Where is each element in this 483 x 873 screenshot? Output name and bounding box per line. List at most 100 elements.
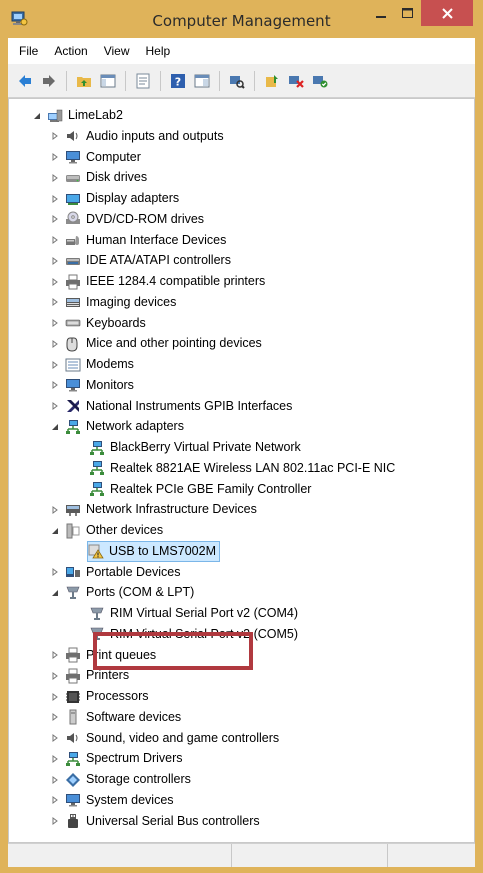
help-icon[interactable]: ? — [167, 70, 189, 92]
expand-arrow-icon[interactable] — [49, 504, 61, 516]
expand-arrow-icon[interactable] — [49, 732, 61, 744]
menu-view[interactable]: View — [96, 44, 138, 58]
collapse-arrow-icon[interactable] — [31, 110, 43, 122]
expand-arrow-icon[interactable] — [49, 276, 61, 288]
tree-node-disk-drives[interactable]: Disk drives — [49, 167, 147, 188]
menu-file[interactable]: File — [11, 44, 46, 58]
tree-node-network-infrastructure-devices[interactable]: Network Infrastructure Devices — [49, 499, 257, 520]
collapse-arrow-icon[interactable] — [49, 587, 61, 599]
tree-node-software-devices[interactable]: Software devices — [49, 707, 181, 728]
tree-node-system-devices[interactable]: System devices — [49, 790, 174, 811]
expand-arrow-icon[interactable] — [49, 338, 61, 350]
expand-arrow-icon[interactable] — [49, 379, 61, 391]
enable-device-icon[interactable] — [309, 70, 331, 92]
title-bar[interactable]: Computer Management — [0, 0, 483, 38]
maximize-button[interactable] — [394, 0, 420, 26]
tree-node-ports-com-lpt[interactable]: Ports (COM & LPT) — [49, 582, 194, 603]
expand-arrow-icon[interactable] — [49, 711, 61, 723]
expand-arrow-icon[interactable] — [49, 815, 61, 827]
network-infra-icon — [65, 502, 81, 518]
storage-icon — [65, 772, 81, 788]
uninstall-device-icon[interactable] — [285, 70, 307, 92]
expand-arrow-icon[interactable] — [49, 255, 61, 267]
properties-icon[interactable] — [132, 70, 154, 92]
tree-node-processors[interactable]: Processors — [49, 686, 149, 707]
tree-node-modems[interactable]: Modems — [49, 354, 134, 375]
tree-node-ide-ata-atapi-controllers[interactable]: IDE ATA/ATAPI controllers — [49, 250, 231, 271]
keyboard-icon — [65, 315, 81, 331]
status-cell — [232, 844, 388, 867]
tree-node-other-devices[interactable]: Other devices — [49, 520, 163, 541]
expand-arrow-icon[interactable] — [49, 359, 61, 371]
modem-icon — [65, 357, 81, 373]
expand-arrow-icon[interactable] — [49, 193, 61, 205]
expand-arrow-icon[interactable] — [49, 234, 61, 246]
tree-node-mice-and-other-pointing-devices[interactable]: Mice and other pointing devices — [49, 333, 262, 354]
device-tree[interactable]: LimeLab2 Audio inputs and outputs Compute… — [8, 98, 475, 843]
tree-node-computer[interactable]: Computer — [49, 147, 141, 168]
collapse-arrow-icon[interactable] — [49, 421, 61, 433]
update-driver-icon[interactable] — [261, 70, 283, 92]
tree-node-display-adapters[interactable]: Display adapters — [49, 188, 179, 209]
tree-node-label: Network Infrastructure Devices — [86, 502, 257, 517]
tree-node-label: Disk drives — [86, 170, 148, 185]
collapse-arrow-icon[interactable] — [49, 525, 61, 537]
tree-node-storage-controllers[interactable]: Storage controllers — [49, 769, 191, 790]
expand-arrow-icon[interactable] — [49, 670, 61, 682]
menu-help[interactable]: Help — [138, 44, 179, 58]
tree-node-label: Display adapters — [86, 191, 180, 205]
tree-node-network-adapters[interactable]: Network adapters — [49, 416, 184, 437]
tree-node-audio-inputs-and-outputs[interactable]: Audio inputs and outputs — [49, 126, 224, 147]
tree-node-ieee-1284-4-compatible-printers[interactable]: IEEE 1284.4 compatible printers — [49, 271, 265, 292]
tree-node-portable-devices[interactable]: Portable Devices — [49, 562, 181, 583]
scan-hardware-icon[interactable] — [226, 70, 248, 92]
expand-arrow-icon[interactable] — [49, 130, 61, 142]
expand-arrow-icon[interactable] — [49, 566, 61, 578]
expand-arrow-icon[interactable] — [49, 151, 61, 163]
console-view-icon[interactable] — [191, 70, 213, 92]
tree-leaf-rim-virtual-serial-port-v2-com4[interactable]: RIM Virtual Serial Port v2 (COM4) — [89, 603, 298, 624]
tree-leaf-realtek-8821ae-wireless-lan-802-11ac-pci-e-nic[interactable]: Realtek 8821AE Wireless LAN 802.11ac PCI… — [89, 458, 395, 479]
tree-node-spectrum-drivers[interactable]: Spectrum Drivers — [49, 748, 183, 769]
tree-node-universal-serial-bus-controllers[interactable]: Universal Serial Bus controllers — [49, 811, 260, 832]
show-hide-tree-icon[interactable] — [97, 70, 119, 92]
forward-button-icon[interactable] — [38, 70, 60, 92]
expand-arrow-icon[interactable] — [49, 296, 61, 308]
menu-bar: File Action View Help — [8, 38, 475, 64]
expand-arrow-icon[interactable] — [49, 753, 61, 765]
tree-leaf-usb-to-lms7002m[interactable]: USB to LMS7002M — [87, 540, 220, 562]
minimize-button[interactable] — [368, 0, 394, 26]
tree-node-label: National Instruments GPIB Interfaces — [86, 398, 293, 413]
status-bar — [8, 843, 475, 867]
close-button[interactable] — [421, 0, 473, 26]
menu-action[interactable]: Action — [46, 44, 95, 58]
tree-node-imaging-devices[interactable]: Imaging devices — [49, 292, 176, 313]
printer-icon — [65, 668, 81, 684]
expand-arrow-icon[interactable] — [49, 317, 61, 329]
tree-node-human-interface-devices[interactable]: Human Interface Devices — [49, 230, 226, 251]
tree-node-dvd-cd-rom-drives[interactable]: DVD/CD-ROM drives — [49, 209, 204, 230]
expand-arrow-icon[interactable] — [49, 213, 61, 225]
expand-arrow-icon[interactable] — [49, 649, 61, 661]
tree-node-label: Print queues — [86, 647, 157, 662]
up-folder-icon[interactable] — [73, 70, 95, 92]
tree-node-sound-video-and-game-controllers[interactable]: Sound, video and game controllers — [49, 728, 279, 749]
tree-leaf-blackberry-virtual-private-network[interactable]: BlackBerry Virtual Private Network — [89, 437, 301, 458]
toolbar: ? — [8, 64, 475, 98]
tree-node-printers[interactable]: Printers — [49, 665, 129, 686]
tree-root[interactable]: LimeLab2 — [31, 105, 123, 126]
expand-arrow-icon[interactable] — [49, 172, 61, 184]
tree-node-monitors[interactable]: Monitors — [49, 375, 134, 396]
tree-node-print-queues[interactable]: Print queues — [49, 645, 156, 666]
expand-arrow-icon[interactable] — [49, 691, 61, 703]
tree-node-national-instruments-gpib-interfaces[interactable]: National Instruments GPIB Interfaces — [49, 396, 292, 417]
tree-leaf-realtek-pcie-gbe-family-controller[interactable]: Realtek PCIe GBE Family Controller — [89, 479, 311, 500]
expand-arrow-icon[interactable] — [49, 794, 61, 806]
tree-leaf-label: BlackBerry Virtual Private Network — [110, 440, 301, 454]
back-button-icon[interactable] — [14, 70, 36, 92]
expand-arrow-icon[interactable] — [49, 774, 61, 786]
expand-arrow-icon[interactable] — [49, 400, 61, 412]
camera-icon — [65, 294, 81, 310]
tree-leaf-rim-virtual-serial-port-v2-com5[interactable]: RIM Virtual Serial Port v2 (COM5) — [89, 624, 298, 645]
tree-node-keyboards[interactable]: Keyboards — [49, 313, 146, 334]
